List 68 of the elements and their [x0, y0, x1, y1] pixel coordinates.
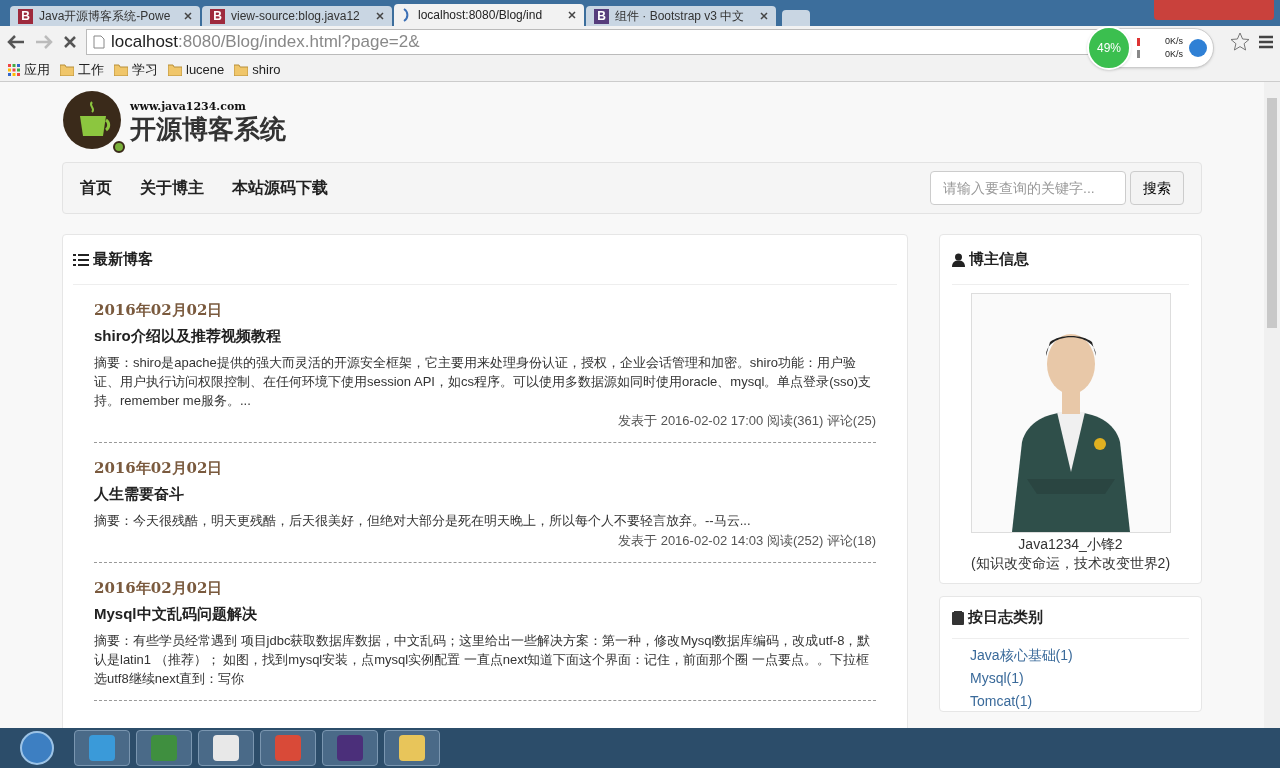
- bookmark[interactable]: 学习: [114, 59, 158, 80]
- browser-tab[interactable]: localhost:8080/Blog/ind: [394, 4, 584, 26]
- panel-title: 博主信息: [969, 249, 1029, 270]
- post-date: 2016年02月02日: [94, 578, 224, 599]
- menu-icon[interactable]: [1258, 35, 1274, 49]
- url-text: localhost:8080/Blog/index.html?page=2&: [111, 31, 420, 54]
- tab-title: view-source:blog.java12: [231, 8, 361, 25]
- search-button[interactable]: 搜索: [1130, 171, 1184, 205]
- blogger-motto: (知识改变命运，技术改变世界2): [970, 554, 1171, 573]
- post-title[interactable]: 人生需要奋斗: [94, 483, 876, 505]
- nav-link[interactable]: 关于博主: [140, 176, 204, 200]
- stop-icon[interactable]: [62, 34, 78, 50]
- post-summary: 摘要：今天很残酷，明天更残酷，后天很美好，但绝对大部分是死在明天晚上，所以每个人不要轻言放弃。--马云...: [94, 512, 752, 530]
- user-icon: [952, 252, 965, 267]
- page-icon: [93, 35, 105, 49]
- post-title[interactable]: shiro介绍以及推荐视频教程: [94, 325, 876, 347]
- download-speed: 0K/s: [1165, 48, 1183, 61]
- start-button[interactable]: [20, 731, 54, 765]
- apps-icon: [8, 63, 20, 76]
- browser-tab[interactable]: B view-source:blog.java12: [202, 6, 392, 26]
- taskbar-app-icon[interactable]: [322, 730, 378, 766]
- search-field[interactable]: 请输入要查询的关键字...: [930, 171, 1126, 205]
- post-meta: 发表于 2016-02-02 17:00 阅读(361) 评论(25): [617, 412, 876, 430]
- upload-speed: 0K/s: [1165, 35, 1183, 48]
- tab-title: Java开源博客系统-Powe: [39, 8, 172, 25]
- panel-title: 按日志类别: [968, 607, 1043, 628]
- favicon-icon: B: [18, 8, 33, 24]
- post-title[interactable]: Mysql中文乱码问题解决: [94, 603, 876, 625]
- browser-tab[interactable]: B Java开源博客系统-Powe: [10, 6, 200, 26]
- scrollbar[interactable]: [1264, 82, 1280, 728]
- tab-title: 组件 · Bootstrap v3 中文: [615, 8, 746, 25]
- bookmark[interactable]: 工作: [60, 59, 104, 80]
- folder-icon: [60, 63, 74, 76]
- blogger-name: Java1234_小锋2: [1018, 535, 1123, 553]
- browser-tab[interactable]: B 组件 · Bootstrap v3 中文: [586, 6, 776, 26]
- taskbar-app-icon[interactable]: [384, 730, 440, 766]
- category-link[interactable]: Tomcat(1): [970, 691, 1189, 711]
- back-icon[interactable]: [6, 34, 26, 50]
- post-summary: 摘要：shiro是apache提供的强大而灵活的开源安全框架，它主要用来处理身份认证，授权，企业会话管理和加密。shiro功能：用户验证、用户执行访问权限控制、在任何环境下使用session API，如cs程序。可以使用多数据源如同时使用oracle、mysql。单点登录(sso)支持。remember me服务。...: [94, 354, 873, 410]
- tab-title: localhost:8080/Blog/ind: [418, 7, 544, 24]
- list-icon: [73, 252, 89, 267]
- site-url: www.java1234.com: [130, 100, 247, 114]
- bookmark[interactable]: shiro: [234, 59, 281, 80]
- bookmark[interactable]: 应用: [8, 59, 50, 80]
- taskbar-app-icon[interactable]: [198, 730, 254, 766]
- site-title: 开源博客系统: [130, 114, 286, 144]
- close-icon[interactable]: [184, 12, 192, 20]
- folder-icon: [234, 63, 249, 76]
- favicon-icon: B: [594, 8, 609, 24]
- category-link[interactable]: Java核心基础(1): [970, 645, 1189, 665]
- panel-title: 最新博客: [93, 249, 153, 270]
- post-summary: 摘要：有些学员经常遇到 项目jdbc获取数据库数据，中文乱码；这里给出一些解决方案：第一种，修改Mysql数据库编码，改成utf-8，默认是latin1 （推荐）； 如图，找到mysql安装，点mysql实例配置 一直点next知道下面这个界面：记住，前面那个圈 一点要点。。下拉框选utf8继续next直到：写你: [94, 632, 872, 688]
- book-icon: [952, 610, 964, 625]
- star-icon[interactable]: [1230, 32, 1250, 52]
- favicon-icon: B: [210, 8, 225, 24]
- category-link[interactable]: Mysql(1): [970, 668, 1189, 688]
- close-icon[interactable]: [376, 12, 384, 20]
- bookmark[interactable]: lucene: [168, 59, 225, 80]
- folder-icon: [114, 63, 128, 76]
- close-icon[interactable]: [760, 12, 768, 20]
- logo-icon: [62, 90, 126, 154]
- close-icon[interactable]: [568, 11, 576, 19]
- post-meta: 发表于 2016-02-02 14:03 阅读(252) 评论(18): [617, 532, 876, 550]
- post-date: 2016年02月02日: [94, 300, 224, 321]
- nav-link[interactable]: 本站源码下载: [232, 176, 328, 200]
- nav-link[interactable]: 首页: [80, 176, 112, 200]
- folder-icon: [168, 63, 182, 76]
- post-date: 2016年02月02日: [94, 458, 224, 479]
